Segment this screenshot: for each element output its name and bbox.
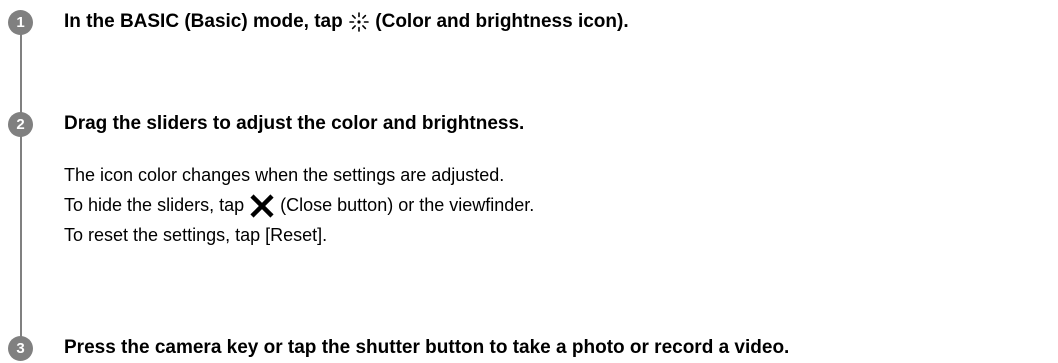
- step-1-title-suffix: (Color and brightness icon).: [375, 11, 629, 32]
- step-1-title: In the BASIC (Basic) mode, tap (Color an…: [64, 10, 629, 34]
- page: { "steps": [ { "number": "1", "title_bef…: [0, 0, 1058, 363]
- step-1-title-text: In the BASIC (Basic) mode, tap: [64, 11, 343, 32]
- step-2-body-line-3: To reset the settings, tap [Reset].: [64, 225, 328, 245]
- step-2-body: The icon color changes when the settings…: [64, 160, 534, 250]
- step-3-title: Press the camera key or tap the shutter …: [64, 337, 790, 358]
- step-2-body-line-2: To hide the sliders, tap (Close button) …: [64, 190, 534, 220]
- step-2-title: Drag the sliders to adjust the color and…: [64, 113, 525, 134]
- step-2-body-line-2-suffix: (Close button) or the viewfinder.: [280, 195, 535, 215]
- step-number-badge: 3: [8, 336, 33, 361]
- step-number-badge: 1: [8, 10, 33, 35]
- color-brightness-icon: [348, 11, 370, 33]
- step-number-badge: 2: [8, 112, 33, 137]
- step-connector-line: [20, 14, 22, 354]
- close-icon: [249, 194, 275, 218]
- step-2-body-line-2-text: To hide the sliders, tap: [64, 195, 245, 215]
- step-2-body-line-1: The icon color changes when the settings…: [64, 165, 505, 185]
